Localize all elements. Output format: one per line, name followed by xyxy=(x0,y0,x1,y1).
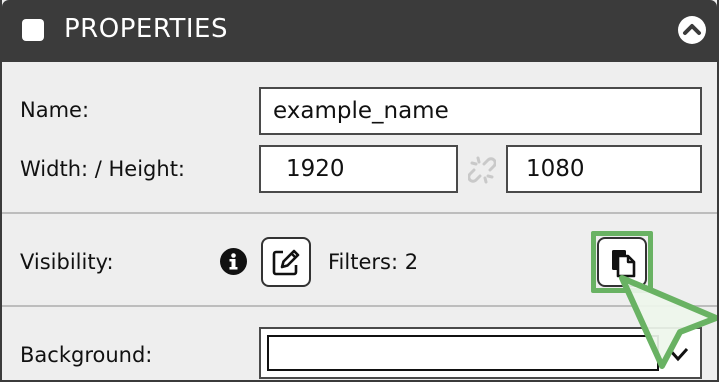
info-icon[interactable] xyxy=(220,248,247,275)
filters-count: Filters: 2 xyxy=(328,250,419,274)
panel-header: PROPERTIES xyxy=(2,0,717,62)
collapse-button[interactable] xyxy=(678,16,706,44)
size-label: Width: / Height: xyxy=(20,157,186,181)
info-glyph-icon xyxy=(229,253,238,270)
properties-panel: PROPERTIES Name: example_name Width: / H… xyxy=(0,0,719,382)
edit-icon xyxy=(272,249,300,276)
divider xyxy=(2,212,717,214)
background-color-swatch[interactable] xyxy=(267,335,659,371)
panel-title: PROPERTIES xyxy=(64,14,228,44)
divider xyxy=(2,305,717,307)
background-label: Background: xyxy=(20,343,153,367)
pointer-cursor-icon xyxy=(619,275,717,369)
panel-checkbox[interactable] xyxy=(22,19,44,41)
edit-visibility-button[interactable] xyxy=(261,237,311,287)
height-field[interactable]: 1080 xyxy=(506,145,702,193)
visibility-label: Visibility: xyxy=(20,250,114,274)
link-broken-icon[interactable] xyxy=(468,154,496,186)
name-field[interactable]: example_name xyxy=(259,87,702,135)
width-field[interactable]: 1920 xyxy=(259,145,458,193)
name-label: Name: xyxy=(20,98,90,122)
chevron-up-icon xyxy=(683,24,701,35)
